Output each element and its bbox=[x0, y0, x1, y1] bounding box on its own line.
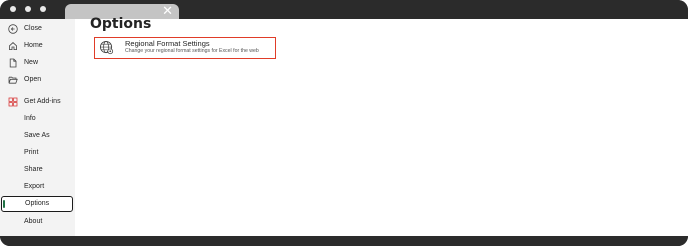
sidebar-item-label: Home bbox=[24, 42, 43, 49]
bottom-bar bbox=[0, 236, 688, 246]
home-icon bbox=[9, 42, 17, 50]
sidebar-item-get-add-ins[interactable]: Get Add-ins bbox=[1, 94, 73, 110]
folder-open-icon bbox=[8, 76, 18, 84]
option-regional-format-settings[interactable]: Regional Format Settings Change your reg… bbox=[94, 37, 276, 59]
sidebar-item-about[interactable]: About bbox=[1, 214, 73, 230]
back-arrow-icon bbox=[8, 24, 18, 34]
globe-settings-icon bbox=[99, 40, 114, 55]
option-description: Change your regional format settings for… bbox=[125, 48, 259, 54]
backstage-view: Close Home New Open Get Add-ins Info Sav… bbox=[0, 16, 688, 236]
option-title: Regional Format Settings bbox=[125, 39, 210, 48]
selected-indicator bbox=[3, 200, 5, 208]
sidebar-item-options[interactable]: Options bbox=[1, 196, 73, 212]
sidebar-item-print[interactable]: Print bbox=[1, 145, 73, 161]
sidebar-item-label: Close bbox=[24, 25, 42, 32]
sidebar-item-label: Open bbox=[24, 76, 42, 83]
window-dot-close[interactable] bbox=[10, 6, 16, 12]
close-icon[interactable]: ✕ bbox=[162, 3, 173, 18]
page-title: Options bbox=[90, 16, 152, 32]
sidebar-item-label: Export bbox=[24, 183, 45, 190]
sidebar-item-label: Save As bbox=[24, 132, 50, 139]
app-window: ✕ Close Home New Open Get Add-ins Info S… bbox=[0, 0, 688, 246]
sidebar-item-label: Share bbox=[24, 166, 43, 173]
sidebar-item-label: Get Add-ins bbox=[24, 98, 61, 105]
add-ins-icon bbox=[8, 97, 18, 107]
sidebar-item-label: New bbox=[24, 59, 39, 66]
new-document-icon bbox=[9, 58, 17, 68]
sidebar-item-label: Print bbox=[24, 149, 39, 156]
sidebar-item-info[interactable]: Info bbox=[1, 111, 73, 127]
sidebar-item-label: About bbox=[24, 218, 43, 225]
window-dot-minimize[interactable] bbox=[25, 6, 31, 12]
sidebar-item-label: Info bbox=[24, 115, 36, 122]
window-dot-maximize[interactable] bbox=[40, 6, 46, 12]
sidebar-item-share[interactable]: Share bbox=[1, 162, 73, 178]
sidebar-item-open[interactable]: Open bbox=[1, 72, 73, 88]
sidebar-item-label: Options bbox=[25, 200, 50, 207]
sidebar-item-home[interactable]: Home bbox=[1, 38, 73, 54]
sidebar-item-save-as[interactable]: Save As bbox=[1, 128, 73, 144]
sidebar-item-close[interactable]: Close bbox=[1, 21, 73, 37]
sidebar-item-export[interactable]: Export bbox=[1, 179, 73, 195]
backstage-sidebar: Close Home New Open Get Add-ins Info Sav… bbox=[0, 19, 75, 236]
sidebar-item-new[interactable]: New bbox=[1, 55, 73, 71]
